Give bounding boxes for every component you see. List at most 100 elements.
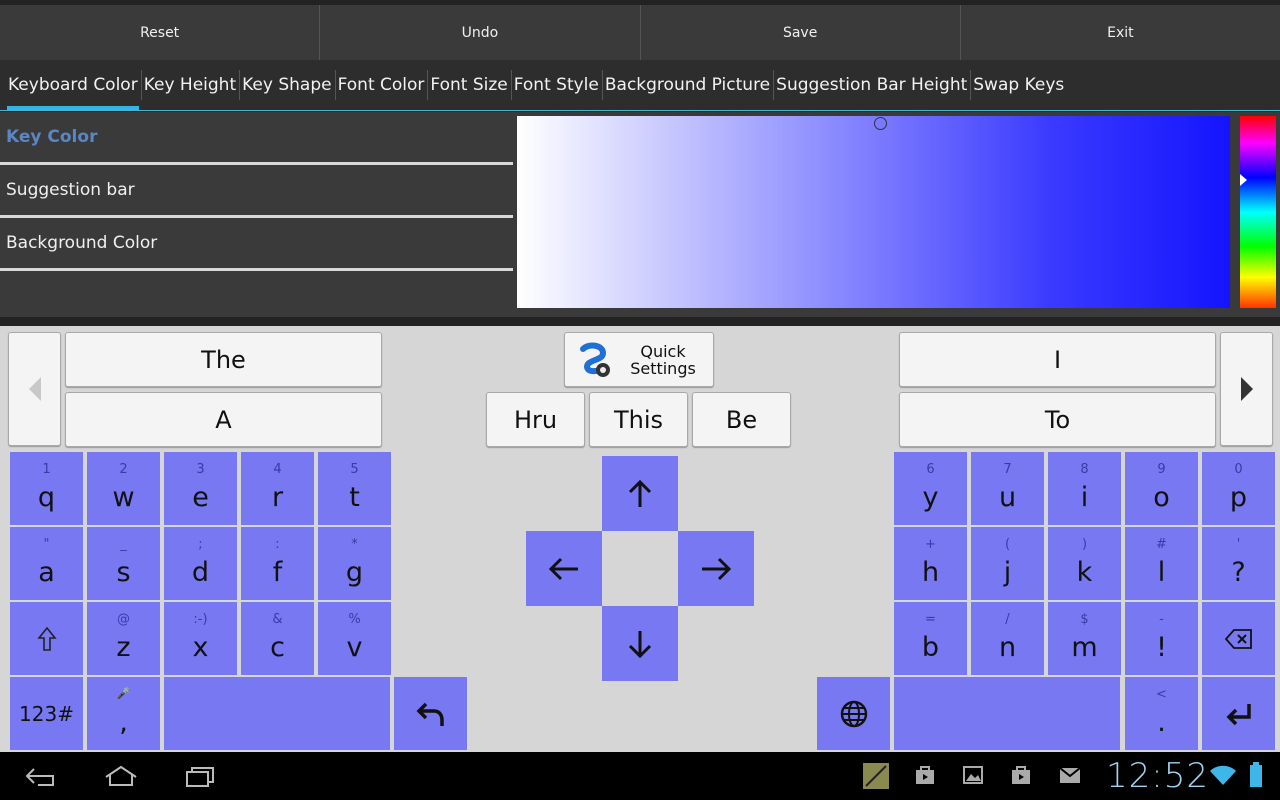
arrow-up-key[interactable]	[602, 456, 678, 531]
key-secondary: 5	[350, 462, 359, 477]
key-secondary: :	[275, 537, 280, 552]
key-w[interactable]: 2w	[87, 452, 160, 525]
key-c[interactable]: & c	[241, 602, 314, 675]
tab-suggestion-bar-height[interactable]: Suggestion Bar Height	[773, 60, 970, 110]
color-target-key-color[interactable]: Key Color	[0, 112, 513, 165]
suggestion-mid-1[interactable]: Hru	[486, 392, 585, 447]
enter-icon	[1226, 703, 1251, 725]
key-exclamation[interactable]: -!	[1125, 602, 1198, 675]
image-icon	[963, 766, 983, 784]
save-button[interactable]: Save	[641, 5, 961, 60]
quick-settings-button[interactable]: Quick Settings	[564, 332, 714, 387]
key-secondary: )	[1081, 537, 1088, 552]
key-a[interactable]: " a	[10, 527, 83, 600]
key-secondary: #	[1156, 537, 1167, 552]
key-primary: l	[1157, 557, 1166, 588]
key-secondary: 3	[196, 462, 205, 477]
arrow-right-icon	[702, 557, 732, 580]
enter-key[interactable]	[1202, 677, 1275, 750]
key-v[interactable]: % v	[318, 602, 391, 675]
key-l[interactable]: # l	[1125, 527, 1198, 600]
key-m[interactable]: $ m	[1048, 602, 1121, 675]
arrow-down-key[interactable]	[602, 606, 678, 681]
key-j[interactable]: (j	[971, 527, 1044, 600]
key-f[interactable]: :f	[241, 527, 314, 600]
color-target-suggestion-bar[interactable]: Suggestion bar	[0, 165, 513, 218]
key-q[interactable]: 1q	[10, 452, 83, 525]
tab-key-height[interactable]: Key Height	[140, 60, 239, 110]
backspace-key[interactable]	[1202, 602, 1275, 675]
suggestion-right-bottom[interactable]: To	[899, 392, 1216, 447]
back-icon[interactable]	[24, 766, 56, 788]
key-secondary: 7	[1003, 462, 1012, 477]
key-h[interactable]: + h	[894, 527, 967, 600]
period-key[interactable]: < .	[1125, 677, 1198, 750]
tab-font-color[interactable]: Font Color	[334, 60, 428, 110]
hue-slider-marker[interactable]	[1240, 174, 1247, 186]
key-primary: k	[1076, 557, 1093, 588]
tab-font-style[interactable]: Font Style	[510, 60, 602, 110]
key-primary: h	[921, 557, 940, 588]
key-secondary: $	[1080, 612, 1089, 627]
key-primary: m	[1071, 632, 1098, 663]
key-primary: r	[271, 482, 284, 513]
tab-keyboard-color[interactable]: Keyboard Color	[5, 60, 141, 110]
key-k[interactable]: ) k	[1048, 527, 1121, 600]
wifi-icon	[1210, 765, 1236, 785]
key-primary: e	[192, 482, 209, 513]
key-d[interactable]: ; d	[164, 527, 237, 600]
suggestions-scroll-right-button[interactable]	[1220, 332, 1273, 446]
numbers-key[interactable]: 123#	[10, 677, 83, 750]
suggestion-mid-2[interactable]: This	[589, 392, 688, 447]
key-i[interactable]: 8i	[1048, 452, 1121, 525]
tab-key-shape[interactable]: Key Shape	[239, 60, 334, 110]
shift-key[interactable]	[10, 602, 83, 675]
key-primary: x	[192, 632, 209, 663]
key-o[interactable]: 9o	[1125, 452, 1198, 525]
hue-slider[interactable]	[1240, 116, 1276, 308]
language-key[interactable]	[817, 677, 890, 750]
key-g[interactable]: * g	[318, 527, 391, 600]
suggestion-left-bottom[interactable]: A	[65, 392, 382, 447]
key-secondary: :-)	[193, 612, 208, 627]
numbers-key-label: 123#	[19, 701, 74, 726]
recent-apps-icon[interactable]	[185, 766, 215, 788]
exit-button[interactable]: Exit	[961, 5, 1280, 60]
key-e[interactable]: 3e	[164, 452, 237, 525]
key-primary: q	[37, 482, 56, 513]
key-y[interactable]: 6y	[894, 452, 967, 525]
comma-key[interactable]: 🎤 ,	[87, 677, 160, 750]
store-bag-icon	[1012, 766, 1030, 784]
undo-button[interactable]: Undo	[320, 5, 641, 60]
tab-font-size[interactable]: Font Size	[427, 60, 510, 110]
arrow-left-key[interactable]	[526, 531, 602, 606]
reset-button[interactable]: Reset	[0, 5, 321, 60]
suggestion-mid-3[interactable]: Be	[692, 392, 791, 447]
tab-swap-keys[interactable]: Swap Keys	[970, 60, 1067, 110]
undo-key[interactable]	[394, 677, 467, 750]
key-p[interactable]: 0p	[1202, 452, 1275, 525]
color-target-background-color[interactable]: Background Color	[0, 218, 513, 271]
space-bar-right[interactable]	[894, 677, 1120, 750]
tab-background-picture[interactable]: Background Picture	[601, 60, 773, 110]
suggestion-right-top[interactable]: I	[899, 332, 1216, 387]
key-b[interactable]: = b	[894, 602, 967, 675]
key-question[interactable]: '?	[1202, 527, 1275, 600]
key-r[interactable]: 4r	[241, 452, 314, 525]
suggestions-scroll-left-button[interactable]	[8, 332, 61, 446]
key-x[interactable]: :-) x	[164, 602, 237, 675]
space-bar-left[interactable]	[164, 677, 390, 750]
saturation-value-picker[interactable]	[517, 116, 1230, 308]
settings-tabs: Keyboard Color Key Height Key Shape Font…	[0, 60, 1280, 111]
picker-cursor[interactable]	[874, 117, 887, 130]
suggestion-left-top[interactable]: The	[65, 332, 382, 387]
key-u[interactable]: 7u	[971, 452, 1044, 525]
arrow-right-key[interactable]	[678, 531, 754, 606]
key-s[interactable]: _ s	[87, 527, 160, 600]
key-t[interactable]: 5t	[318, 452, 391, 525]
key-secondary: %	[348, 612, 361, 627]
key-primary: p	[1229, 482, 1248, 513]
key-n[interactable]: / n	[971, 602, 1044, 675]
home-icon[interactable]	[104, 765, 138, 787]
key-z[interactable]: @ z	[87, 602, 160, 675]
